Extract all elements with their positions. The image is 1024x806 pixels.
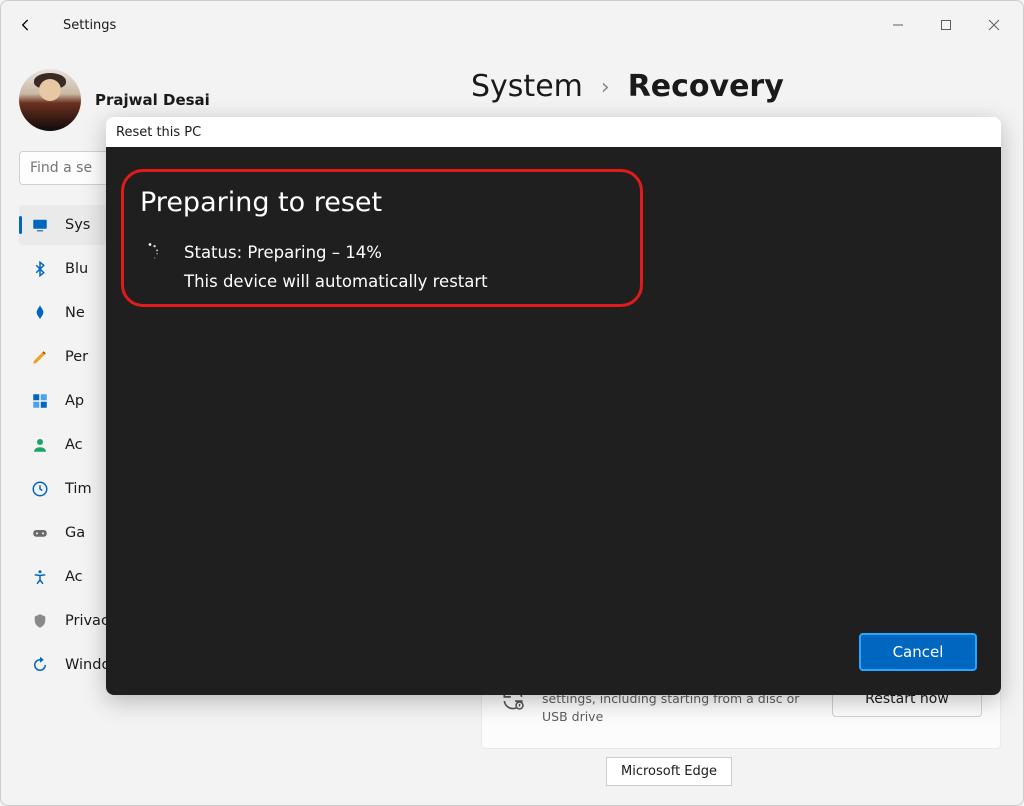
privacy-icon	[31, 612, 49, 630]
back-button[interactable]	[7, 6, 45, 44]
gaming-icon	[31, 524, 49, 542]
sidebar-item-label: Ga	[65, 525, 85, 541]
breadcrumb-root[interactable]: System	[471, 69, 583, 104]
dialog-body: Preparing to reset Status: Preparing – 1…	[106, 147, 1001, 695]
sidebar-item-label: Sys	[65, 217, 90, 233]
bluetooth-icon	[31, 260, 49, 278]
breadcrumb: System › Recovery	[471, 69, 995, 104]
accessibility-icon	[31, 568, 49, 586]
spinner-icon	[140, 242, 160, 262]
breadcrumb-leaf: Recovery	[628, 69, 784, 104]
dialog-heading: Preparing to reset	[140, 187, 967, 218]
chevron-right-icon: ›	[601, 75, 610, 100]
taskbar-tooltip: Microsoft Edge	[606, 757, 732, 786]
user-name: Prajwal Desai	[95, 91, 210, 109]
close-button[interactable]	[971, 9, 1017, 41]
avatar	[19, 69, 81, 131]
time-icon	[31, 480, 49, 498]
sidebar-item-label: Ac	[65, 569, 83, 585]
accounts-icon	[31, 436, 49, 454]
dialog-title: Reset this PC	[106, 117, 1001, 147]
window-controls	[875, 9, 1017, 41]
sidebar-item-label: Per	[65, 349, 88, 365]
status-row: Status: Preparing – 14%	[140, 242, 967, 262]
sidebar-item-label: Ne	[65, 305, 85, 321]
apps-icon	[31, 392, 49, 410]
app-title: Settings	[63, 18, 116, 33]
cancel-button[interactable]: Cancel	[859, 633, 977, 671]
sidebar-item-label: Ac	[65, 437, 83, 453]
sidebar-item-label: Tim	[65, 481, 92, 497]
reset-pc-dialog: Reset this PC Preparing to reset Status:…	[106, 117, 1001, 695]
network-icon	[31, 304, 49, 322]
sidebar-item-label: Blu	[65, 261, 88, 277]
status-label: Status: Preparing – 14%	[184, 243, 382, 262]
maximize-button[interactable]	[923, 9, 969, 41]
titlebar: Settings	[1, 1, 1023, 49]
sidebar-item-label: Ap	[65, 393, 84, 409]
system-icon	[31, 216, 49, 234]
minimize-button[interactable]	[875, 9, 921, 41]
helper-text: This device will automatically restart	[184, 272, 967, 291]
update-icon	[31, 656, 49, 674]
personalization-icon	[31, 348, 49, 366]
